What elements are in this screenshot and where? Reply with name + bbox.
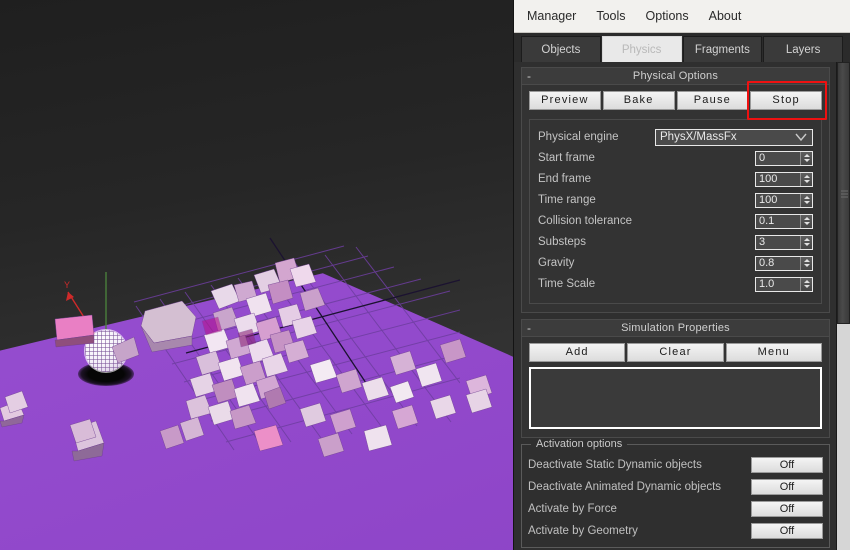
menu-item-tools[interactable]: Tools [595, 7, 626, 25]
physics-parameters: Physical engine PhysX/MassFx Start frame [529, 119, 822, 304]
preview-button[interactable]: Preview [529, 91, 601, 110]
pause-button[interactable]: Pause [676, 91, 749, 110]
collapse-icon[interactable]: - [527, 68, 531, 84]
bake-button[interactable]: Bake [602, 91, 675, 110]
end-frame-label: End frame [538, 173, 592, 185]
menu-item-about[interactable]: About [708, 7, 743, 25]
param-row-gravity: Gravity 0.8 [538, 253, 813, 273]
param-row-start-frame: Start frame 0 [538, 148, 813, 168]
viewport-3d[interactable]: Y [0, 0, 513, 550]
param-row-end-frame: End frame 100 [538, 169, 813, 189]
spinner-arrows[interactable] [800, 256, 812, 270]
start-frame-value: 0 [759, 151, 766, 164]
menu-item-options[interactable]: Options [645, 7, 690, 25]
activate-by-geometry-toggle[interactable]: Off [751, 523, 823, 539]
spinner-arrows[interactable] [800, 214, 812, 228]
simulation-properties-rollout: - Simulation Properties Add Clear Menu [521, 319, 830, 438]
start-frame-spinner[interactable]: 0 [755, 150, 813, 166]
tab-objects[interactable]: Objects [521, 36, 601, 62]
param-row-time-range: Time range 100 [538, 190, 813, 210]
add-button[interactable]: Add [529, 343, 626, 362]
substeps-spinner[interactable]: 3 [755, 234, 813, 250]
simulation-properties-header[interactable]: - Simulation Properties [522, 320, 829, 337]
end-frame-value: 100 [759, 172, 778, 185]
gravity-value: 0.8 [759, 256, 775, 269]
param-row-substeps: Substeps 3 [538, 232, 813, 252]
activate-by-force-toggle[interactable]: Off [751, 501, 823, 517]
collision-tolerance-value: 0.1 [759, 214, 775, 227]
physical-options-rollout: - Physical Options Preview Bake Pause St… [521, 67, 830, 313]
collapse-icon[interactable]: - [527, 320, 531, 336]
simulation-properties-buttons: Add Clear Menu [529, 343, 822, 362]
menu-button[interactable]: Menu [725, 343, 822, 362]
spinner-arrows[interactable] [800, 235, 812, 249]
physical-engine-dropdown[interactable]: PhysX/MassFx [655, 128, 813, 146]
physical-options-header[interactable]: - Physical Options [522, 68, 829, 85]
simulation-properties-list[interactable] [529, 367, 822, 429]
panel-scrollbar[interactable] [836, 62, 850, 550]
clear-button[interactable]: Clear [627, 343, 724, 362]
scrollbar-grip-icon [841, 188, 848, 198]
deactivate-static-dynamic-toggle[interactable]: Off [751, 457, 823, 473]
simulation-properties-body: Add Clear Menu [522, 337, 829, 437]
physical-options-body: Preview Bake Pause Stop Physical engine … [522, 81, 829, 312]
spinner-arrows[interactable] [800, 193, 812, 207]
time-scale-value: 1.0 [759, 277, 775, 290]
row-activate-by-force: Activate by Force Off [528, 499, 823, 519]
application-window: Y Manager Tools Options About Objects Ph… [0, 0, 850, 550]
row-deactivate-animated-dynamic: Deactivate Animated Dynamic objects Off [528, 477, 823, 497]
spinner-arrows[interactable] [800, 172, 812, 186]
deactivate-animated-dynamic-label: Deactivate Animated Dynamic objects [528, 481, 722, 493]
time-scale-label: Time Scale [538, 278, 596, 290]
panel-scroll-area: - Physical Options Preview Bake Pause St… [514, 62, 850, 550]
row-deactivate-static-dynamic: Deactivate Static Dynamic objects Off [528, 455, 823, 475]
physical-options-title: Physical Options [632, 70, 719, 82]
scrollbar-thumb[interactable] [837, 62, 850, 324]
menu-item-manager[interactable]: Manager [526, 7, 577, 25]
deactivate-animated-dynamic-toggle[interactable]: Off [751, 479, 823, 495]
tab-physics[interactable]: Physics [601, 36, 682, 62]
time-range-value: 100 [759, 193, 778, 206]
param-row-time-scale: Time Scale 1.0 [538, 274, 813, 294]
stop-button[interactable]: Stop [750, 91, 822, 110]
physical-engine-value: PhysX/MassFx [660, 131, 737, 143]
end-frame-spinner[interactable]: 100 [755, 171, 813, 187]
menu-bar: Manager Tools Options About [514, 0, 850, 33]
tab-strip: Objects Physics Fragments Layers [514, 33, 850, 62]
collision-tolerance-spinner[interactable]: 0.1 [755, 213, 813, 229]
time-range-spinner[interactable]: 100 [755, 192, 813, 208]
row-activate-by-geometry: Activate by Geometry Off [528, 521, 823, 541]
gravity-label: Gravity [538, 257, 575, 269]
activation-options-legend: Activation options [531, 438, 628, 450]
simulation-properties-title: Simulation Properties [621, 322, 730, 334]
panel-content: - Physical Options Preview Bake Pause St… [514, 62, 836, 550]
simulation-control-buttons: Preview Bake Pause Stop [529, 81, 827, 120]
param-row-collision-tolerance: Collision tolerance 0.1 [538, 211, 813, 231]
substeps-value: 3 [759, 235, 766, 248]
deactivate-static-dynamic-label: Deactivate Static Dynamic objects [528, 459, 702, 471]
substeps-label: Substeps [538, 236, 586, 248]
param-row-physical-engine: Physical engine PhysX/MassFx [538, 127, 813, 147]
tab-fragments[interactable]: Fragments [682, 36, 763, 62]
physics-manager-panel: Manager Tools Options About Objects Phys… [513, 0, 850, 550]
activation-options-group: Activation options Deactivate Static Dyn… [521, 438, 830, 548]
physical-engine-label: Physical engine [538, 131, 619, 143]
spinner-arrows[interactable] [800, 151, 812, 165]
debris-fragments [0, 257, 493, 462]
time-range-label: Time range [538, 194, 596, 206]
start-frame-label: Start frame [538, 152, 595, 164]
activate-by-geometry-label: Activate by Geometry [528, 525, 638, 537]
collision-tolerance-label: Collision tolerance [538, 215, 632, 227]
tab-layers[interactable]: Layers [763, 36, 843, 62]
spinner-arrows[interactable] [800, 277, 812, 291]
chevron-down-icon [795, 133, 807, 141]
time-scale-spinner[interactable]: 1.0 [755, 276, 813, 292]
gravity-spinner[interactable]: 0.8 [755, 255, 813, 271]
activate-by-force-label: Activate by Force [528, 503, 617, 515]
